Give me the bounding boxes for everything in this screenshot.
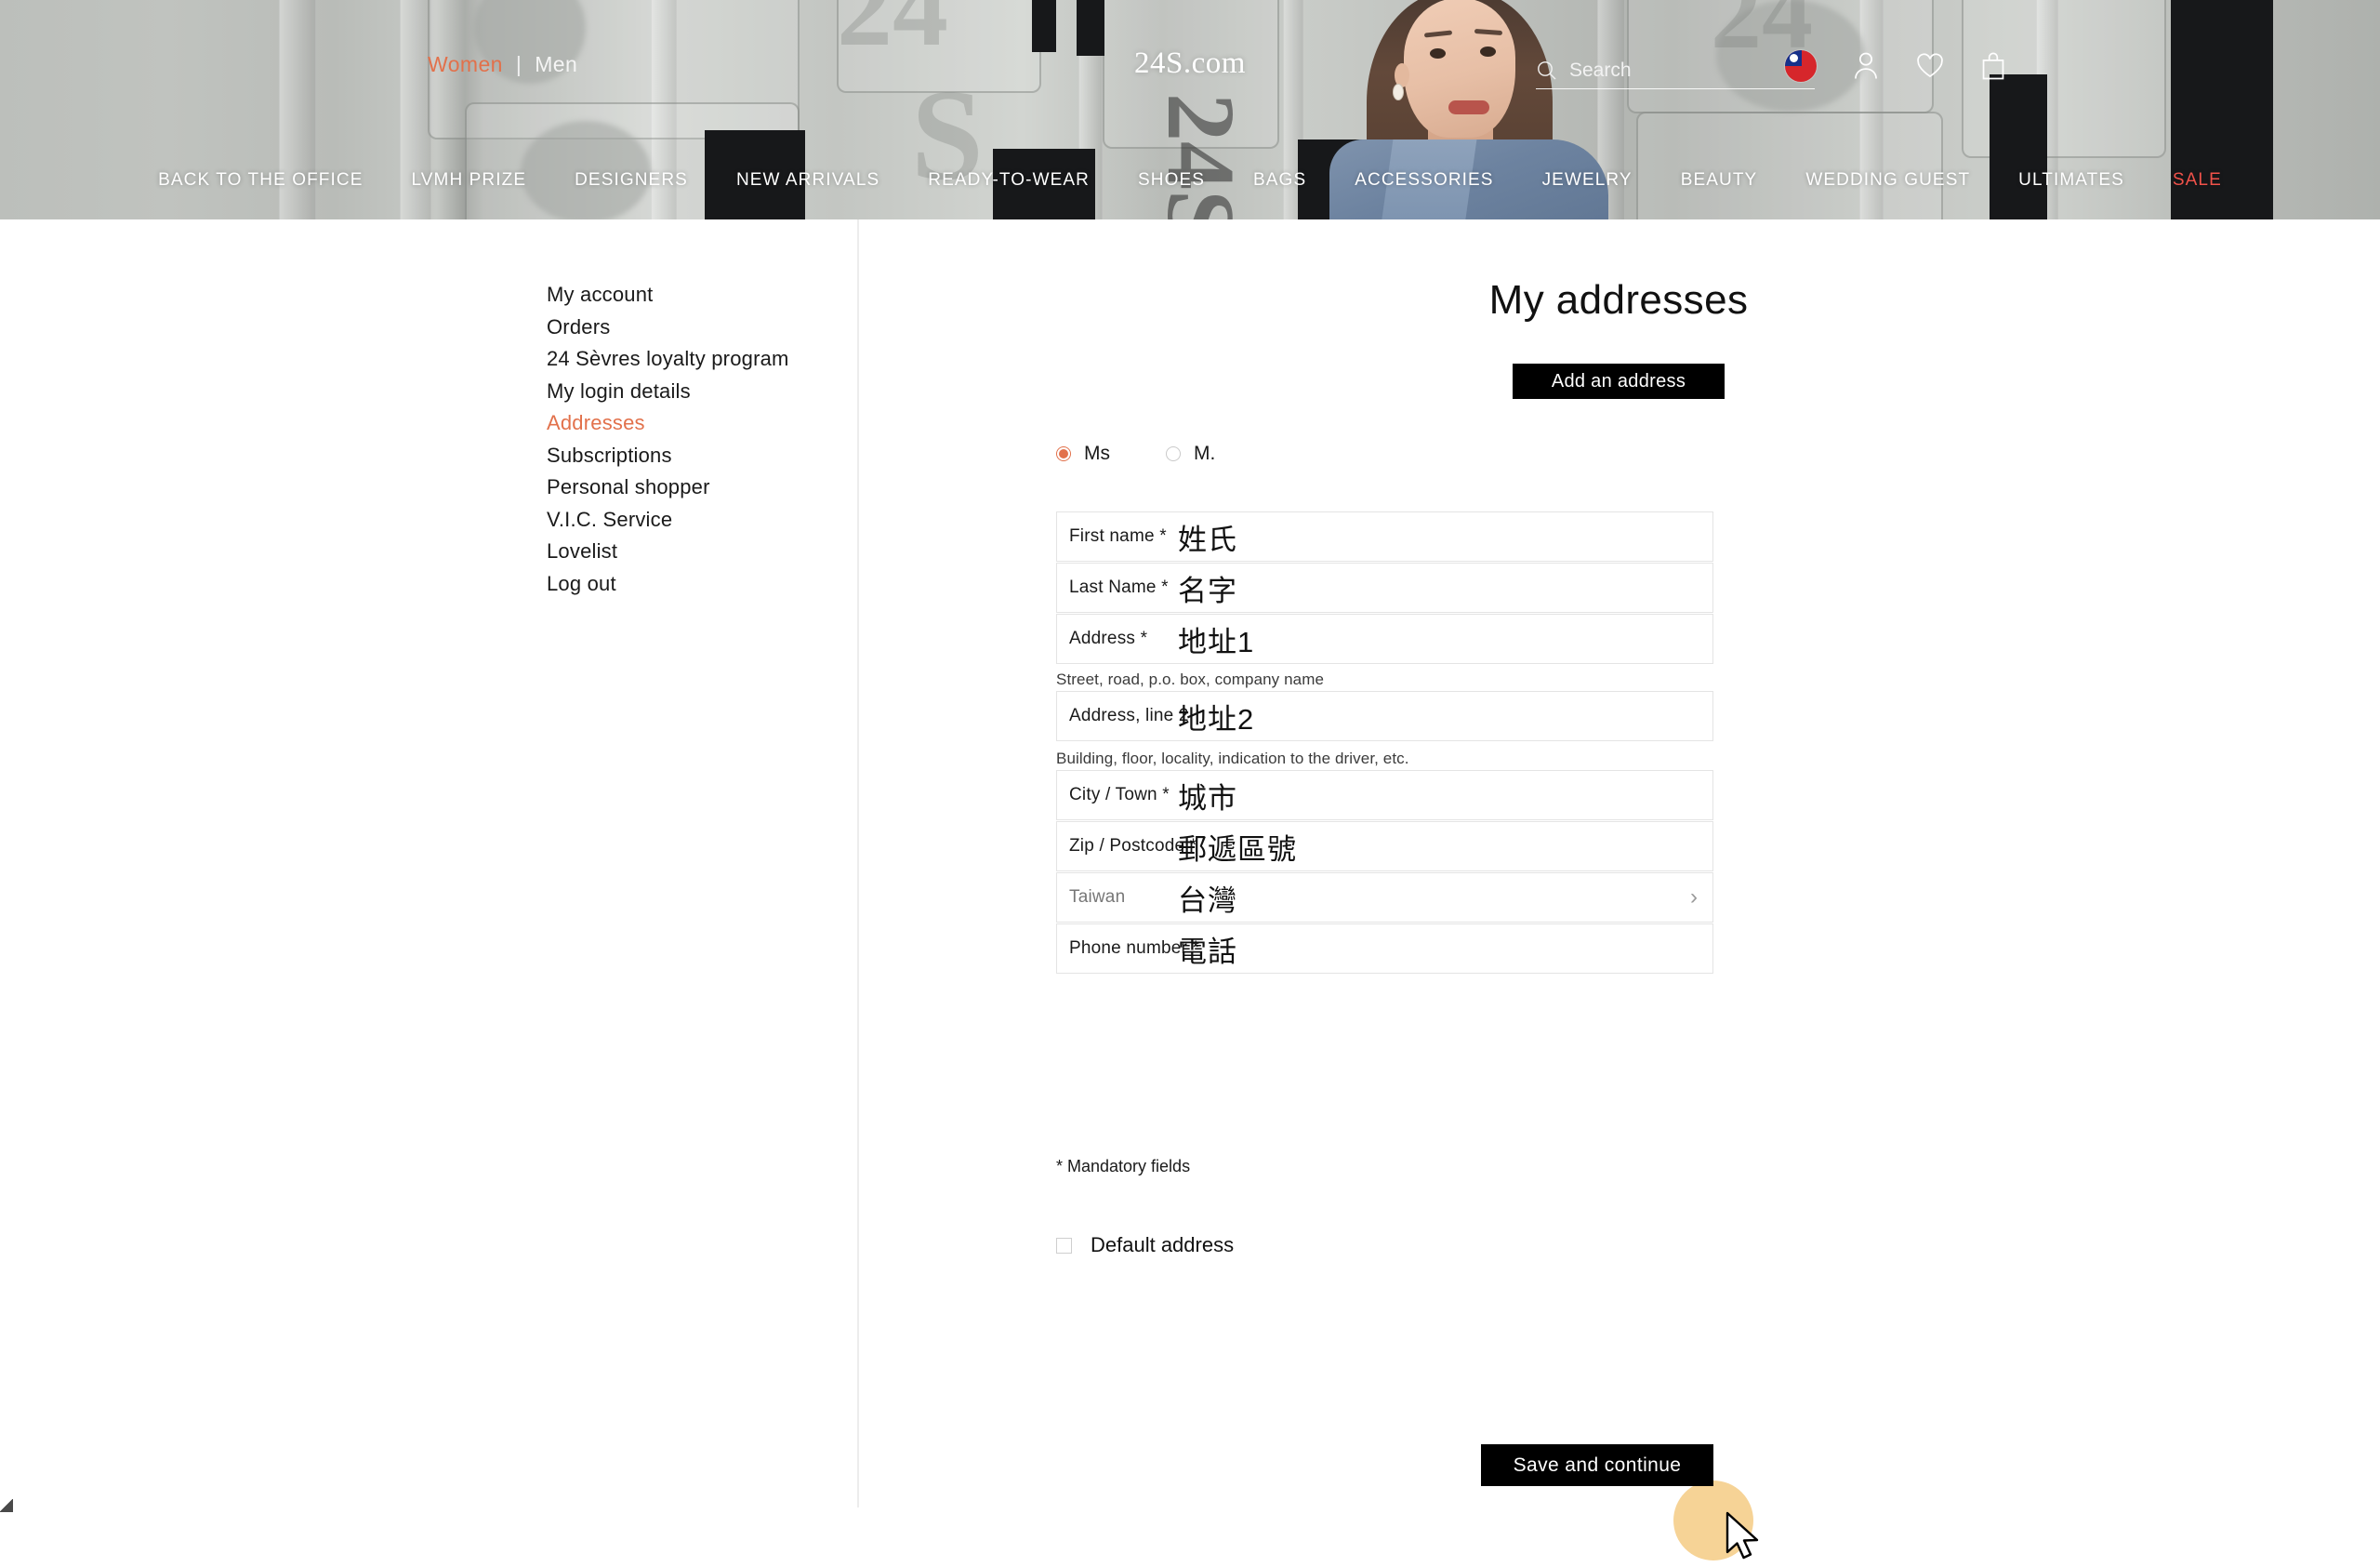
field-city[interactable]: City / Town * 城市 [1056,770,1713,820]
sidebar-item-subscriptions[interactable]: Subscriptions [547,440,826,472]
nav-item-back-to-the-office[interactable]: BACK TO THE OFFICE [134,170,387,191]
gender-separator: | [515,52,522,76]
field-label-city: City / Town * [1069,785,1170,804]
field-value-address-line-2[interactable]: 地址2 [1178,696,1712,737]
sidebar-item-lovelist[interactable]: Lovelist [547,536,826,568]
field-label-first-name: First name * [1069,526,1167,546]
radio-option-ms[interactable]: Ms [1056,443,1110,465]
field-value-country[interactable]: 台灣 [1178,877,1675,919]
bg-dark-block [1032,0,1056,52]
field-label-address: Address * [1069,629,1148,648]
gender-women-link[interactable]: Women [428,52,503,77]
field-value-address[interactable]: 地址1 [1178,618,1712,660]
radio-option-m[interactable]: M. [1166,443,1215,465]
account-sidebar: My account Orders 24 Sèvres loyalty prog… [547,279,826,600]
radio-m-indicator[interactable] [1166,446,1181,461]
taiwan-flag-icon[interactable] [1785,50,1817,82]
field-address[interactable]: Address * 地址1 [1056,614,1713,664]
radio-m-label: M. [1194,443,1216,464]
radio-ms-indicator[interactable] [1056,446,1071,461]
default-address-checkbox[interactable] [1056,1237,1072,1254]
field-first-name[interactable]: First name * 姓氏 [1056,511,1713,562]
nav-item-ready-to-wear[interactable]: READY-TO-WEAR [904,170,1114,191]
default-address-checkbox-row[interactable]: Default address [1056,1233,1234,1257]
field-label-last-name: Last Name * [1069,578,1169,597]
nav-item-accessories[interactable]: ACCESSORIES [1330,170,1517,191]
search-bar[interactable]: Search [1536,52,1815,89]
nav-item-shoes[interactable]: SHOES [1114,170,1229,191]
hint-address: Street, road, p.o. box, company name [1056,671,1325,688]
shopping-bag-icon[interactable] [1980,51,2006,81]
page-title: My addresses [1488,277,1749,323]
field-value-zip-postcode[interactable]: 郵遞區號 [1178,826,1712,868]
nav-item-sale[interactable]: SALE [2149,170,2246,191]
field-value-last-name[interactable]: 名字 [1178,567,1712,609]
nav-item-lvmh-prize[interactable]: LVMH PRIZE [388,170,551,191]
field-zip-postcode[interactable]: Zip / Postcode * 郵遞區號 [1056,821,1713,871]
header-utility-icons [1785,50,2006,82]
field-phone-number[interactable]: Phone number * 電話 [1056,923,1713,974]
account-main-content: My addresses Add an address Ms M. First … [857,219,2380,1567]
heart-icon[interactable] [1915,52,1945,80]
field-value-first-name[interactable]: 姓氏 [1178,516,1712,558]
sidebar-item-log-out[interactable]: Log out [547,568,826,601]
sidebar-item-personal-shopper[interactable]: Personal shopper [547,471,826,504]
field-label-country: Taiwan [1069,887,1126,907]
field-label-zip-postcode: Zip / Postcode * [1069,836,1197,856]
title-radio-group[interactable]: Ms M. [1056,443,1215,465]
main-navigation[interactable]: BACK TO THE OFFICE LVMH PRIZE DESIGNERS … [0,160,2380,201]
sidebar-item-addresses[interactable]: Addresses [547,407,826,440]
gender-switch[interactable]: Women | Men [428,52,577,77]
header-top-row: Women | Men 24S.com Search [0,46,2380,91]
site-logo[interactable]: 24S.com [1097,46,1283,81]
nav-item-bags[interactable]: BAGS [1229,170,1330,191]
sidebar-item-vic-service[interactable]: V.I.C. Service [547,504,826,537]
gender-men-link[interactable]: Men [535,52,577,77]
radio-ms-label: Ms [1084,443,1110,464]
nav-item-beauty[interactable]: BEAUTY [1657,170,1782,191]
search-placeholder-label: Search [1569,59,1632,81]
mouse-cursor [1726,1511,1759,1560]
sidebar-item-orders[interactable]: Orders [547,312,826,344]
sidebar-item-my-account[interactable]: My account [547,279,826,312]
hint-address-line-2: Building, floor, locality, indication to… [1056,750,1409,767]
user-icon[interactable] [1852,51,1880,81]
mandatory-fields-note: * Mandatory fields [1056,1157,1191,1175]
nav-item-wedding-guest[interactable]: WEDDING GUEST [1781,170,1994,191]
field-address-line-2[interactable]: Address, line 2 地址2 [1056,691,1713,741]
sidebar-item-login-details[interactable]: My login details [547,376,826,408]
field-label-phone-number: Phone number * [1069,938,1200,958]
nav-item-ultimates[interactable]: ULTIMATES [1994,170,2149,191]
bg-watermark: 24 [1711,0,1813,70]
field-value-city[interactable]: 城市 [1178,775,1712,817]
site-header: 24 S 24S 24 Women | Men 24S.com Search B… [0,0,2380,219]
nav-item-jewelry[interactable]: JEWELRY [1518,170,1657,191]
save-and-continue-button[interactable]: Save and continue [1481,1444,1713,1486]
search-icon [1538,60,1556,79]
nav-item-designers[interactable]: DESIGNERS [550,170,712,191]
field-country[interactable]: Taiwan 台灣 › [1056,872,1713,923]
chevron-right-icon[interactable]: › [1675,884,1712,910]
bg-watermark: 24 [837,0,948,69]
sidebar-item-loyalty-program[interactable]: 24 Sèvres loyalty program [547,343,826,376]
field-value-phone-number[interactable]: 電話 [1178,928,1712,970]
field-last-name[interactable]: Last Name * 名字 [1056,563,1713,613]
default-address-label: Default address [1091,1233,1235,1256]
field-label-address-line-2: Address, line 2 [1069,706,1189,725]
nav-item-new-arrivals[interactable]: NEW ARRIVALS [712,170,904,191]
add-address-button[interactable]: Add an address [1513,364,1725,399]
corner-artifact [0,1499,13,1512]
